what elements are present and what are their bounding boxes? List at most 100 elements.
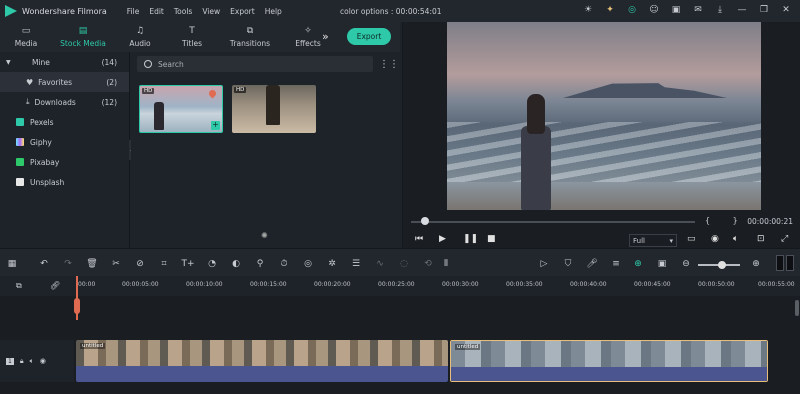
clip-label: untitled <box>80 343 106 349</box>
sidebar-item-downloads[interactable]: ⤓ Downloads (12) <box>0 92 129 112</box>
split-icon[interactable]: ⫴ <box>440 258 452 270</box>
subtitle-icon[interactable]: ▣ <box>656 258 668 270</box>
layout-icon[interactable]: ▦ <box>6 258 18 270</box>
text-add-icon[interactable]: T+ <box>181 258 194 270</box>
tab-transitions[interactable]: ⧉ Transitions <box>218 22 282 52</box>
sun-icon[interactable]: ☀ <box>582 4 594 16</box>
bulb-icon[interactable]: ✦ <box>604 4 616 16</box>
close-icon[interactable]: ✕ <box>780 4 792 16</box>
preview-timecode: 00:00:00:21 <box>747 217 793 226</box>
sidebar-item-count: (12) <box>101 97 117 107</box>
add-to-timeline-icon[interactable]: + <box>211 121 220 130</box>
tab-label: Media <box>14 39 38 48</box>
step-back-icon[interactable]: ⏮ <box>415 234 423 244</box>
download-icon[interactable]: ⤓ <box>714 4 726 16</box>
eye-icon[interactable]: ◉ <box>40 357 46 365</box>
sidebar-item-giphy[interactable]: Giphy <box>0 132 129 152</box>
link-icon[interactable]: 🔗︎ <box>50 281 60 290</box>
sidebar-item-mine[interactable]: ▼ Mine (14) <box>0 52 129 72</box>
tab-stock-media[interactable]: ▤ Stock Media <box>52 22 114 52</box>
snapshot-icon[interactable]: ◉ <box>711 234 719 244</box>
zoom-in-icon[interactable]: ⊕ <box>750 258 762 270</box>
menu-tools[interactable]: Tools <box>174 7 192 16</box>
display-icon[interactable]: ▭ <box>687 234 696 244</box>
volume-icon[interactable]: 🔈︎ <box>733 234 738 244</box>
microphone-icon[interactable]: 🎤︎ <box>586 258 598 270</box>
minimize-icon[interactable]: — <box>736 4 748 16</box>
mail-icon[interactable]: ✉ <box>692 4 704 16</box>
tab-media[interactable]: ▭ Media <box>0 22 52 52</box>
render-preview-icon[interactable]: ▷ <box>538 258 550 270</box>
timeline-clip-selected[interactable]: untitled <box>450 340 768 382</box>
zoom-slider-handle[interactable] <box>718 261 726 269</box>
timeline-playhead-handle[interactable] <box>74 298 80 314</box>
transitions-icon: ⧉ <box>246 26 254 36</box>
timeline-clip[interactable]: untitled <box>76 340 448 382</box>
export-button[interactable]: Export <box>347 28 391 45</box>
audio-wave-icon[interactable]: ∿ <box>374 258 386 270</box>
speed-icon[interactable]: ◔ <box>206 258 218 270</box>
marker-icon[interactable]: ⛉ <box>562 258 574 270</box>
media-thumbnail[interactable]: HD <box>232 85 316 133</box>
mixer-icon[interactable]: ≡ <box>610 258 622 270</box>
favorite-heart-icon[interactable] <box>207 88 218 99</box>
scrubber-track[interactable] <box>411 221 695 223</box>
tab-audio[interactable]: ♫ Audio <box>114 22 166 52</box>
menu-view[interactable]: View <box>202 7 220 16</box>
motion-track-icon[interactable]: ◌ <box>398 258 410 270</box>
fullscreen-icon[interactable]: ⤢ <box>781 234 788 244</box>
more-tabs-icon[interactable]: » <box>322 30 329 43</box>
preview-scrubber[interactable]: { } 00:00:00:21 <box>411 216 797 228</box>
disable-icon[interactable]: ⊘ <box>134 258 146 270</box>
save-icon[interactable]: ▣ <box>670 4 682 16</box>
play-icon[interactable]: ▶ <box>439 234 446 244</box>
color-icon[interactable]: ◐ <box>230 258 242 270</box>
crop-icon[interactable]: ⌗ <box>158 258 170 270</box>
vertical-scrollbar[interactable] <box>795 300 799 316</box>
ruler-label: 00:00:25:00 <box>378 281 415 288</box>
menu-edit[interactable]: Edit <box>149 7 164 16</box>
mask-icon[interactable]: ◎ <box>302 258 314 270</box>
sidebar-item-pixabay[interactable]: Pixabay <box>0 152 129 172</box>
undo-icon[interactable]: ↶ <box>38 258 50 270</box>
zoom-out-icon[interactable]: ⊖ <box>680 258 692 270</box>
media-tabs: ▭ Media ▤ Stock Media ♫ Audio T Titles ⧉… <box>0 22 400 52</box>
headset-icon[interactable]: ◎ <box>626 4 638 16</box>
fit-timeline-button[interactable] <box>776 255 794 271</box>
add-track-icon[interactable]: ⧉ <box>16 281 22 291</box>
sidebar-item-favorites[interactable]: ♥ Favorites (2) <box>0 72 129 92</box>
quality-dropdown[interactable]: Full ▾ <box>629 234 677 247</box>
stabilize-icon[interactable]: ⚲ <box>254 258 266 270</box>
scrubber-handle[interactable] <box>421 217 429 225</box>
redo-icon[interactable]: ↷ <box>62 258 74 270</box>
stop-icon[interactable]: ■ <box>487 234 496 244</box>
timer-icon[interactable]: ⏱ <box>278 258 290 270</box>
media-thumbnail[interactable]: HD + <box>139 85 223 133</box>
user-icon[interactable]: ☺ <box>648 4 660 16</box>
render-icon[interactable]: ⊡ <box>757 234 765 244</box>
keyframe-icon[interactable]: ⟲ <box>422 258 434 270</box>
delete-icon[interactable]: 🗑︎ <box>86 258 98 270</box>
mark-in-out[interactable]: { } <box>705 216 748 225</box>
timeline-ruler[interactable]: ⧉ 🔗︎ 00:00 00:00:05:00 00:00:10:00 00:00… <box>0 276 800 296</box>
ruler-label: 00:00:35:00 <box>506 281 543 288</box>
search-field[interactable]: Search <box>137 56 373 72</box>
menu-export[interactable]: Export <box>230 7 255 16</box>
cut-icon[interactable]: ✂ <box>110 258 122 270</box>
tab-titles[interactable]: T Titles <box>166 22 218 52</box>
timeline-tracks: 1 🔒︎ 🔈︎ ◉ untitled untitled <box>0 296 800 394</box>
lock-icon[interactable]: 🔒︎ <box>20 357 24 366</box>
menu-help[interactable]: Help <box>265 7 282 16</box>
sidebar-item-pexels[interactable]: Pexels <box>0 112 129 132</box>
menu-file[interactable]: File <box>127 7 140 16</box>
sidebar-item-unsplash[interactable]: Unsplash <box>0 172 129 192</box>
adjust-icon[interactable]: ☰ <box>350 258 362 270</box>
mute-icon[interactable]: 🔈︎ <box>30 357 34 366</box>
pause-icon[interactable]: ❚❚ <box>463 234 478 244</box>
restore-icon[interactable]: ❐ <box>758 4 770 16</box>
snap-icon[interactable]: ⊕ <box>632 258 644 270</box>
tab-label: Transitions <box>229 39 271 48</box>
filmora-logo-icon <box>5 5 17 17</box>
search-placeholder: Search <box>158 59 184 69</box>
green-screen-icon[interactable]: ✲ <box>326 258 338 270</box>
